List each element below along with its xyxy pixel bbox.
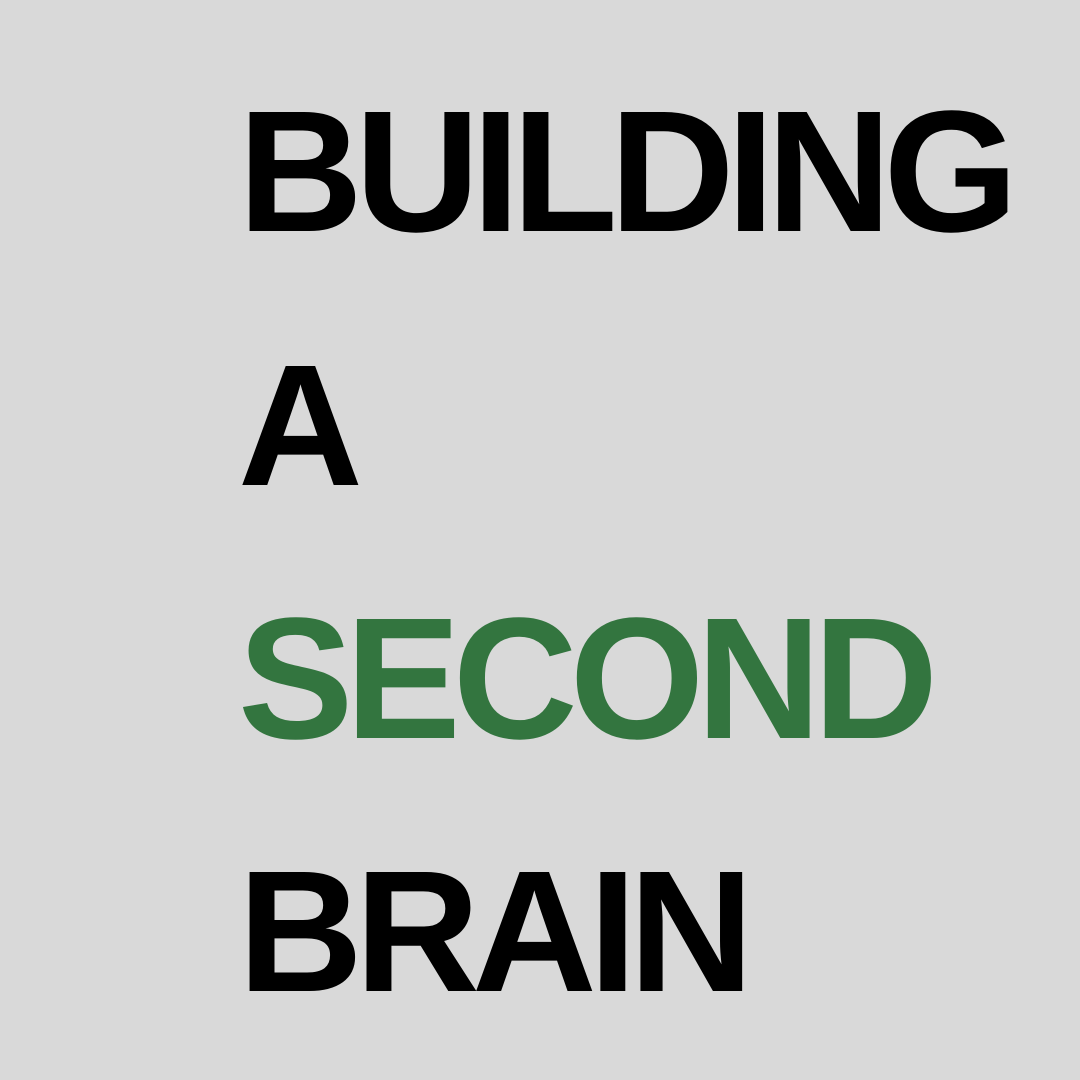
title-line-building: BUILDING	[238, 74, 1018, 268]
title-cover: BUILDING A SECOND BRAIN	[0, 0, 1080, 1080]
title-line-second: SECOND	[238, 581, 938, 775]
title-line-a: A	[238, 328, 363, 522]
title-line-brain: BRAIN	[238, 834, 754, 1028]
